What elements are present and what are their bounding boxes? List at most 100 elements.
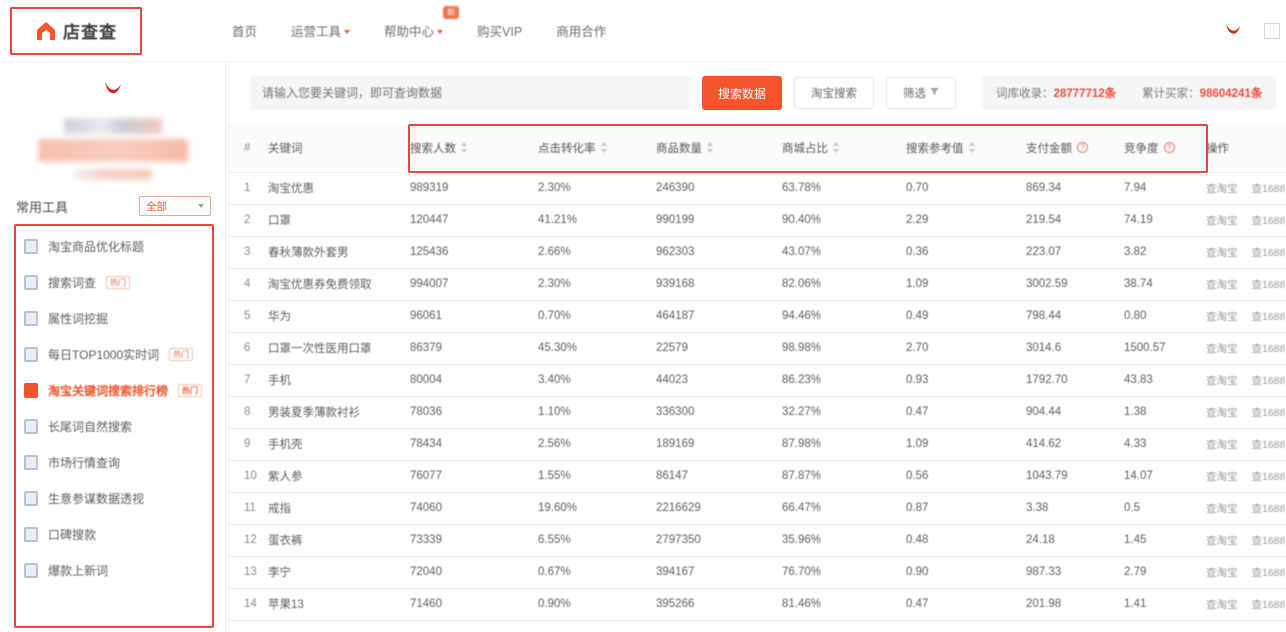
user-avatar-icon[interactable] (1220, 18, 1246, 44)
action-check-1688[interactable]: 查1688 (1252, 213, 1286, 228)
nav-item-home[interactable]: 首页 (232, 21, 257, 40)
table-row[interactable]: 11戒指7406019.60%221662966.47%0.873.380.5查… (228, 492, 1286, 524)
cell-actions: 查淘宝查1688 (1206, 460, 1286, 492)
sidebar-item-business-insight[interactable]: 生意参谋数据透视 (14, 480, 215, 516)
cell-search-reference: 0.47 (906, 396, 1026, 428)
action-check-taobao[interactable]: 查淘宝 (1206, 501, 1238, 516)
action-check-1688[interactable]: 查1688 (1252, 597, 1286, 612)
table-row[interactable]: 9手机壳784342.56%18916987.98%1.09414.624.33… (228, 428, 1286, 460)
table-row[interactable]: 3春秋薄款外套男1254362.66%96230343.07%0.36223.0… (228, 236, 1286, 268)
action-check-taobao[interactable]: 查淘宝 (1206, 245, 1238, 260)
action-check-1688[interactable]: 查1688 (1252, 501, 1286, 516)
cell-search-reference: 0.87 (906, 492, 1026, 524)
table-row[interactable]: 1淘宝优惠9893192.30%24639063.78%0.70869.347.… (228, 172, 1286, 204)
action-check-taobao[interactable]: 查淘宝 (1206, 597, 1238, 612)
sidebar-item-attribute-mining[interactable]: 属性词挖掘 (14, 300, 215, 336)
nav-item-help-center[interactable]: 帮助中心 新 (384, 21, 443, 40)
action-check-taobao[interactable]: 查淘宝 (1206, 565, 1238, 580)
sort-icon[interactable] (601, 142, 608, 153)
cell-competition: 1500.57 (1124, 332, 1206, 364)
cell-competition: 14.07 (1124, 460, 1206, 492)
action-check-taobao[interactable]: 查淘宝 (1206, 437, 1238, 452)
action-check-taobao[interactable]: 查淘宝 (1206, 405, 1238, 420)
action-check-taobao[interactable]: 查淘宝 (1206, 213, 1238, 228)
action-check-1688[interactable]: 查1688 (1252, 405, 1286, 420)
action-check-1688[interactable]: 查1688 (1252, 437, 1286, 452)
action-check-taobao[interactable]: 查淘宝 (1206, 469, 1238, 484)
cell-keyword: 口罩一次性医用口罩 (268, 332, 410, 364)
table-row[interactable]: 12蛋衣裤733396.55%279735035.96%0.4824.181.4… (228, 524, 1286, 556)
brand-logo-box[interactable]: 店查查 (10, 7, 142, 55)
action-check-1688[interactable]: 查1688 (1252, 373, 1286, 388)
nav-item-business-cooperation[interactable]: 商用合作 (556, 21, 606, 40)
action-check-taobao[interactable]: 查淘宝 (1206, 373, 1238, 388)
help-icon[interactable]: ? (1164, 142, 1175, 153)
sidebar-item-badge: 热门 (169, 348, 193, 361)
sidebar-item-keyword-ranking[interactable]: 淘宝关键词搜索排行榜 热门 (14, 372, 215, 408)
sidebar-item-long-tail[interactable]: 长尾词自然搜索 (14, 408, 215, 444)
action-check-1688[interactable]: 查1688 (1252, 309, 1286, 324)
cell-index: 14 (228, 588, 268, 620)
brand-name: 店查查 (63, 18, 117, 43)
cell-click-conversion-rate: 3.40% (538, 364, 656, 396)
action-check-1688[interactable]: 查1688 (1252, 469, 1286, 484)
search-button[interactable]: 搜索数据 (702, 76, 782, 110)
nav-item-buy-vip[interactable]: 购买VIP (477, 21, 522, 40)
sidebar-item-title-optimize[interactable]: 淘宝商品优化标题 (14, 228, 215, 264)
search-input[interactable] (250, 76, 690, 110)
table-row[interactable]: 6口罩一次性医用口罩8637945.30%2257998.98%2.703014… (228, 332, 1286, 364)
nav-item-tools[interactable]: 运营工具 (291, 21, 350, 40)
table-row[interactable]: 2口罩12044741.21%99019990.40%2.29219.5474.… (228, 204, 1286, 236)
action-check-1688[interactable]: 查1688 (1252, 565, 1286, 580)
sidebar-item-hot-new[interactable]: 爆款上新词 (14, 552, 215, 588)
sidebar-item-search-term[interactable]: 搜索词查 热门 (14, 264, 215, 300)
action-check-1688[interactable]: 查1688 (1252, 181, 1286, 196)
col-search-reference[interactable]: 搜索参考值 (906, 124, 1026, 172)
sort-icon[interactable] (833, 142, 840, 153)
col-label: 商品数量 (656, 140, 702, 156)
cell-index: 4 (228, 268, 268, 300)
cell-index: 12 (228, 524, 268, 556)
table-row[interactable]: 10紫人参760771.55%8614787.87%0.561043.7914.… (228, 460, 1286, 492)
table-row[interactable]: 8男装夏季薄款衬衫780361.10%33630032.27%0.47904.4… (228, 396, 1286, 428)
action-check-1688[interactable]: 查1688 (1252, 341, 1286, 356)
table-row[interactable]: 5华为960610.70%46418794.46%0.49798.440.80查… (228, 300, 1286, 332)
col-mall-ratio[interactable]: 商城占比 (782, 124, 906, 172)
sort-icon[interactable] (707, 142, 714, 153)
cell-product-count: 22579 (656, 332, 782, 364)
sidebar-item-daily-top1000[interactable]: 每日TOP1000实时词 热门 (14, 336, 215, 372)
sort-icon[interactable] (461, 142, 468, 153)
tools-filter-select[interactable]: 全部 (139, 196, 211, 216)
cell-mall-ratio: 87.87% (782, 460, 906, 492)
help-icon[interactable]: ? (1077, 142, 1088, 153)
action-check-taobao[interactable]: 查淘宝 (1206, 277, 1238, 292)
chevron-down-icon (437, 30, 443, 34)
col-click-conversion-rate[interactable]: 点击转化率 (538, 124, 656, 172)
table-row[interactable]: 4淘宝优惠券免费领取9940072.30%93916882.06%1.09300… (228, 268, 1286, 300)
sidebar-item-market-query[interactable]: 市场行情查询 (14, 444, 215, 480)
filter-button[interactable]: 筛选 (886, 77, 956, 109)
sidebar-item-reputation[interactable]: 口碑搜款 (14, 516, 215, 552)
cell-product-count: 44023 (656, 364, 782, 396)
table-row[interactable]: 13李宁720400.67%39416776.70%0.90987.332.79… (228, 556, 1286, 588)
col-product-count[interactable]: 商品数量 (656, 124, 782, 172)
grid-icon[interactable] (1264, 23, 1280, 39)
action-check-1688[interactable]: 查1688 (1252, 533, 1286, 548)
cell-mall-ratio: 90.40% (782, 204, 906, 236)
action-check-1688[interactable]: 查1688 (1252, 245, 1286, 260)
action-check-taobao[interactable]: 查淘宝 (1206, 181, 1238, 196)
table-row[interactable]: 14苹果13714600.90%39526681.46%0.47201.981.… (228, 588, 1286, 620)
action-check-taobao[interactable]: 查淘宝 (1206, 533, 1238, 548)
cell-actions: 查淘宝查1688 (1206, 364, 1286, 396)
cell-competition: 74.19 (1124, 204, 1206, 236)
col-label: 竞争度 (1124, 140, 1159, 156)
col-search-users[interactable]: 搜索人数 (410, 124, 538, 172)
action-check-taobao[interactable]: 查淘宝 (1206, 341, 1238, 356)
sort-icon[interactable] (969, 142, 976, 153)
sidebar-item-label: 长尾词自然搜索 (48, 418, 132, 435)
chevron-down-icon (344, 30, 350, 34)
action-check-taobao[interactable]: 查淘宝 (1206, 309, 1238, 324)
table-row[interactable]: 7手机800043.40%4402386.23%0.931792.7043.83… (228, 364, 1286, 396)
taobao-search-button[interactable]: 淘宝搜索 (794, 77, 874, 109)
action-check-1688[interactable]: 查1688 (1252, 277, 1286, 292)
